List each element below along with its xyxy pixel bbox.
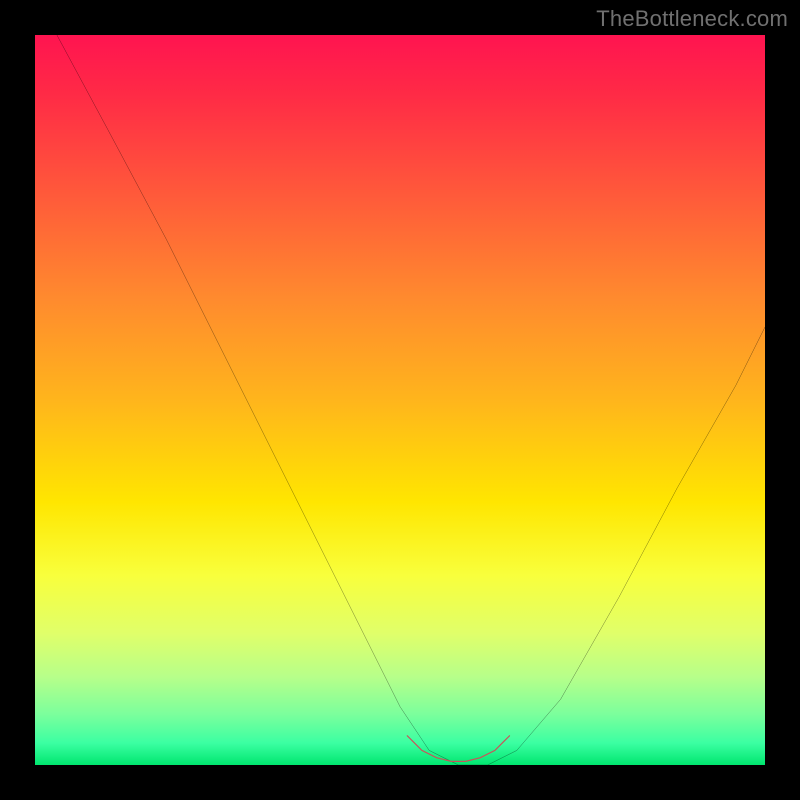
trough-marker bbox=[407, 736, 509, 762]
chart-frame: TheBottleneck.com bbox=[0, 0, 800, 800]
bottleneck-curve bbox=[57, 35, 765, 765]
watermark-text: TheBottleneck.com bbox=[596, 6, 788, 32]
plot-area bbox=[35, 35, 765, 765]
curve-layer bbox=[35, 35, 765, 765]
